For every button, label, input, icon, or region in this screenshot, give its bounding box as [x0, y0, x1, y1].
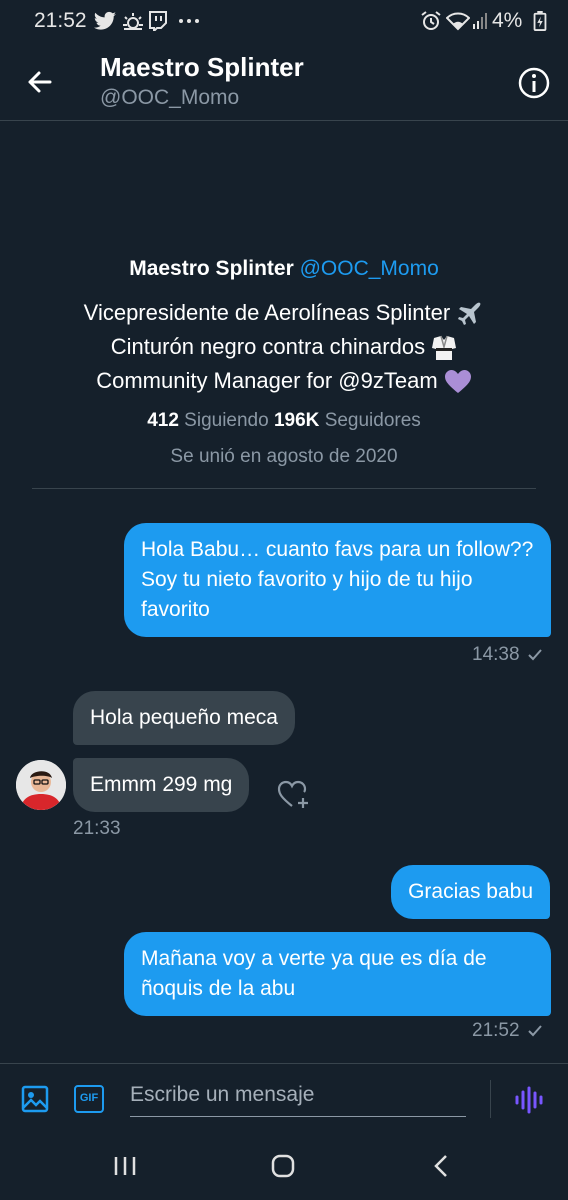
received-message-bubble[interactable]: Hola pequeño meca — [73, 691, 295, 745]
back-icon[interactable] — [432, 1154, 450, 1178]
info-icon[interactable] — [517, 66, 551, 100]
like-heart-plus-icon[interactable] — [276, 778, 312, 812]
battery-percent: 4% — [492, 9, 523, 32]
profile-name-line: Maestro Splinter @OOC_Momo — [0, 250, 568, 288]
following-count[interactable]: 412 — [147, 410, 179, 431]
conversation-header: Maestro Splinter @OOC_Momo — [0, 44, 568, 121]
message-composer: GIF — [0, 1063, 568, 1136]
profile-handle[interactable]: @OOC_Momo — [300, 257, 439, 280]
gif-button[interactable]: GIF — [74, 1085, 104, 1113]
sent-message-bubble[interactable]: Gracias babu — [391, 865, 550, 919]
status-bar: 21:52 4% — [0, 0, 568, 44]
wifi-icon — [446, 12, 470, 31]
weather-icon — [123, 13, 143, 30]
check-icon — [528, 649, 542, 661]
purple-heart-emoji-icon — [444, 370, 471, 394]
check-icon — [528, 1025, 542, 1037]
bio-line-2: Cinturón negro contra chinardos — [0, 330, 568, 364]
sent-message-bubble[interactable]: Mañana voy a verte ya que es día de ñoqu… — [124, 932, 551, 1016]
received-message-bubble[interactable]: Emmm 299 mg — [73, 758, 250, 812]
bio-line-1: Vicepresidente de Aerolíneas Splinter — [0, 296, 568, 330]
twitter-icon — [94, 11, 116, 30]
bio-line-3: Community Manager for @9zTeam — [0, 364, 568, 398]
sent-message-bubble[interactable]: Hola Babu… cuanto favs para un follow?? … — [124, 523, 551, 637]
more-dots-icon — [179, 19, 199, 23]
twitch-icon — [149, 11, 167, 31]
message-input[interactable] — [130, 1074, 466, 1117]
profile-stats: 412 Siguiendo 196K Seguidores — [0, 406, 568, 436]
signal-icon — [473, 13, 487, 29]
joined-date: Se unió en agosto de 2020 — [170, 446, 398, 467]
back-arrow-icon[interactable] — [22, 64, 58, 100]
profile-bio: Vicepresidente de Aerolíneas Splinter Ci… — [0, 296, 568, 398]
voice-icon[interactable] — [514, 1086, 544, 1114]
composer-separator — [490, 1080, 491, 1118]
image-icon[interactable] — [20, 1084, 50, 1114]
message-timestamp: 21:33 — [73, 818, 121, 839]
system-navigation-bar — [0, 1135, 568, 1200]
avatar-picture — [16, 760, 66, 810]
message-timestamp: 14:38 — [472, 644, 543, 666]
avatar[interactable] — [16, 760, 66, 810]
home-icon[interactable] — [271, 1154, 295, 1178]
martial-arts-uniform-emoji-icon — [432, 335, 457, 361]
following-label[interactable]: Siguiendo — [184, 410, 269, 431]
airplane-emoji-icon — [458, 302, 481, 326]
recent-apps-icon[interactable] — [113, 1155, 137, 1177]
profile-name[interactable]: Maestro Splinter — [129, 257, 294, 280]
alarm-icon — [421, 11, 441, 30]
status-time: 21:52 — [34, 9, 87, 32]
header-name: Maestro Splinter — [100, 52, 304, 82]
divider — [32, 488, 536, 489]
profile-summary: Maestro Splinter @OOC_Momo Vicepresident… — [0, 250, 568, 468]
header-handle: @OOC_Momo — [100, 86, 240, 109]
followers-count[interactable]: 196K — [274, 410, 319, 431]
followers-label[interactable]: Seguidores — [325, 410, 421, 431]
battery-icon — [533, 11, 547, 31]
message-timestamp: 21:52 — [472, 1020, 543, 1042]
